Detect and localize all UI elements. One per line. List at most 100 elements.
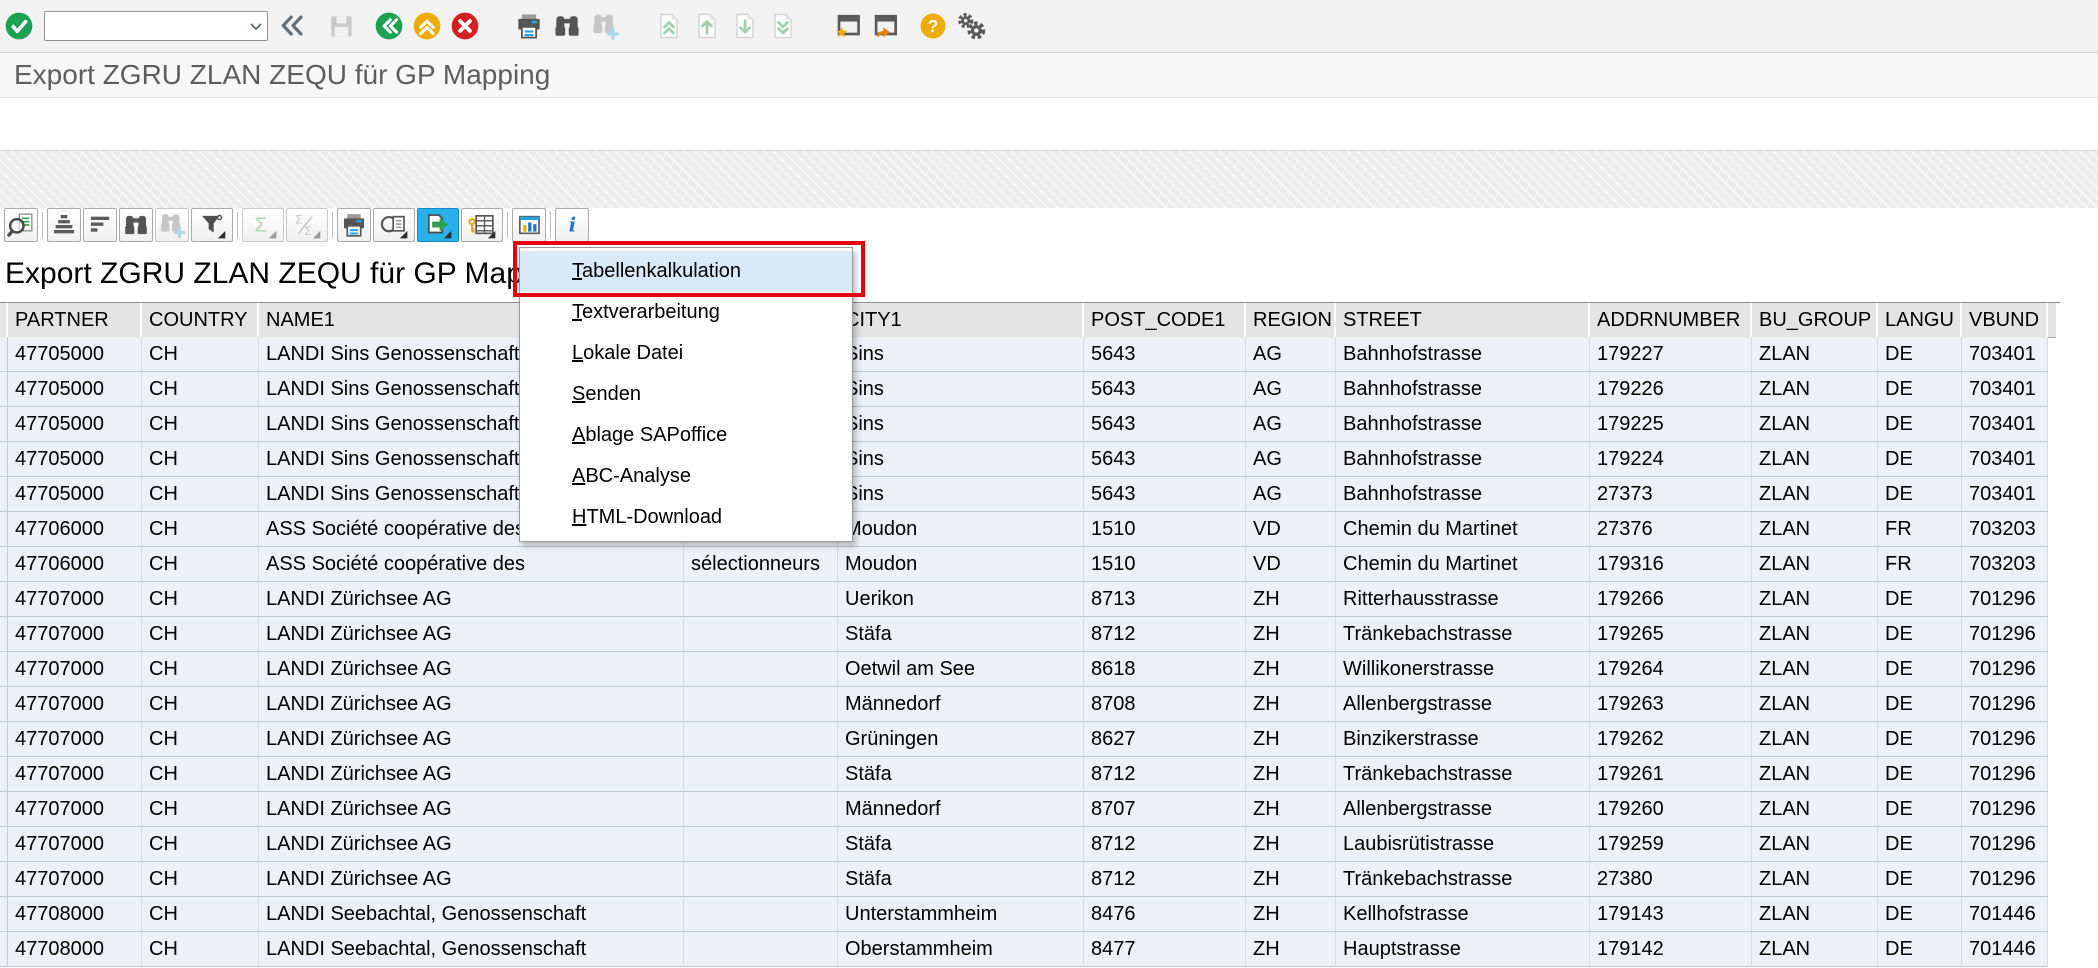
table-row[interactable]: 47707000CHLANDI Zürichsee AGStäfa8712ZHL…	[0, 827, 2060, 862]
grid-body: 47705000CHLANDI Sins GenossenschaftSins5…	[0, 337, 2060, 967]
cell-post_code1: 8476	[1084, 897, 1246, 932]
enter-button[interactable]	[0, 7, 38, 45]
row-selector[interactable]	[0, 512, 8, 547]
graphics-button[interactable]	[512, 208, 546, 242]
new-session-button[interactable]	[828, 7, 866, 45]
page-down-button[interactable]	[726, 7, 764, 45]
cell-vbund: 701296	[1962, 757, 2048, 792]
table-row[interactable]: 47707000CHLANDI Zürichsee AGMännedorf870…	[0, 687, 2060, 722]
row-selector[interactable]	[0, 407, 8, 442]
cell-vbund: 703401	[1962, 337, 2048, 372]
column-header-addrnumber[interactable]: ADDRNUMBER	[1590, 303, 1752, 338]
grid-print-button[interactable]	[337, 208, 371, 242]
info-button[interactable]: i	[555, 208, 589, 242]
grid-find-next-button[interactable]	[155, 208, 189, 242]
table-row[interactable]: 47706000CHASS Société coopérative desMou…	[0, 512, 2060, 547]
row-selector[interactable]	[0, 862, 8, 897]
table-row[interactable]: 47707000CHLANDI Zürichsee AGStäfa8712ZHT…	[0, 757, 2060, 792]
cell-bu_group: ZLAN	[1752, 792, 1878, 827]
save-button[interactable]	[322, 7, 360, 45]
table-row[interactable]: 47708000CHLANDI Seebachtal, Genossenscha…	[0, 897, 2060, 932]
row-selector[interactable]	[0, 687, 8, 722]
print-button[interactable]	[510, 7, 548, 45]
table-row[interactable]: 47705000CHLANDI Sins GenossenschaftSins5…	[0, 442, 2060, 477]
help-button[interactable]: ?	[914, 7, 952, 45]
menu-item-lokale-datei[interactable]: Lokale Datei	[520, 333, 852, 374]
table-row[interactable]: 47707000CHLANDI Zürichsee AGMännedorf870…	[0, 792, 2060, 827]
row-selector[interactable]	[0, 757, 8, 792]
filter-button[interactable]	[191, 208, 233, 242]
cell-name1: ASS Société coopérative des	[259, 547, 684, 582]
menu-item-senden[interactable]: Senden	[520, 374, 852, 415]
cell-name2	[684, 617, 838, 652]
sum-button[interactable]: Σ	[242, 208, 284, 242]
views-button[interactable]	[373, 208, 415, 242]
column-header-region[interactable]: REGION	[1246, 303, 1336, 338]
find-button[interactable]	[548, 7, 586, 45]
subtotal-button[interactable]: Σ Σ	[286, 208, 328, 242]
row-selector[interactable]	[0, 722, 8, 757]
customize-button[interactable]	[952, 7, 990, 45]
find-next-button[interactable]	[586, 7, 624, 45]
layout-button[interactable]	[461, 208, 503, 242]
hide-command-button[interactable]	[274, 7, 312, 45]
first-page-button[interactable]	[650, 7, 688, 45]
row-selector[interactable]	[0, 827, 8, 862]
cell-street: Ritterhausstrasse	[1336, 582, 1590, 617]
sort-descending-button[interactable]	[83, 208, 117, 242]
cell-bu_group: ZLAN	[1752, 932, 1878, 967]
row-selector[interactable]	[0, 932, 8, 967]
menu-item-ablage-sapoffice[interactable]: Ablage SAPoffice	[520, 415, 852, 456]
last-page-button[interactable]	[764, 7, 802, 45]
table-row[interactable]: 47705000CHLANDI Sins GenossenschaftSins5…	[0, 477, 2060, 512]
table-row[interactable]: 47707000CHLANDI Zürichsee AGStäfa8712ZHT…	[0, 862, 2060, 897]
cell-country: CH	[142, 862, 259, 897]
column-header-bu_group[interactable]: BU_GROUP	[1752, 303, 1878, 338]
row-selector[interactable]	[0, 372, 8, 407]
row-selector[interactable]	[0, 477, 8, 512]
column-header-langu[interactable]: LANGU	[1878, 303, 1962, 338]
menu-item-abc-analyse[interactable]: ABC-Analyse	[520, 456, 852, 497]
sort-ascending-button[interactable]	[47, 208, 81, 242]
column-header-country[interactable]: COUNTRY	[142, 303, 259, 338]
row-selector-header[interactable]	[0, 303, 8, 338]
row-selector[interactable]	[0, 897, 8, 932]
column-header-post_code1[interactable]: POST_CODE1	[1084, 303, 1246, 338]
menu-item-tabellenkalkulation[interactable]: Tabellenkalkulation	[520, 251, 852, 292]
command-field-wrap	[44, 11, 268, 41]
table-row[interactable]: 47707000CHLANDI Zürichsee AGUerikon8713Z…	[0, 582, 2060, 617]
exit-button[interactable]	[408, 7, 446, 45]
row-selector[interactable]	[0, 617, 8, 652]
row-selector[interactable]	[0, 792, 8, 827]
cell-addrnumber: 179142	[1590, 932, 1752, 967]
row-selector[interactable]	[0, 652, 8, 687]
table-row[interactable]: 47705000CHLANDI Sins GenossenschaftSins5…	[0, 372, 2060, 407]
row-selector[interactable]	[0, 442, 8, 477]
command-field[interactable]	[44, 11, 268, 41]
column-header-vbund[interactable]: VBUND	[1962, 303, 2048, 338]
table-row[interactable]: 47706000CHASS Société coopérative dessél…	[0, 547, 2060, 582]
table-row[interactable]: 47708000CHLANDI Seebachtal, Genossenscha…	[0, 932, 2060, 967]
page-up-button[interactable]	[688, 7, 726, 45]
table-row[interactable]: 47707000CHLANDI Zürichsee AGStäfa8712ZHT…	[0, 617, 2060, 652]
table-row[interactable]: 47707000CHLANDI Zürichsee AGOetwil am Se…	[0, 652, 2060, 687]
row-selector[interactable]	[0, 337, 8, 372]
create-shortcut-button[interactable]	[866, 7, 904, 45]
row-selector[interactable]	[0, 582, 8, 617]
details-icon	[6, 210, 36, 240]
cell-city1: Unterstammheim	[838, 897, 1084, 932]
details-button[interactable]	[4, 208, 38, 242]
menu-item-html-download[interactable]: HTML-Download	[520, 497, 852, 538]
table-row[interactable]: 47705000CHLANDI Sins GenossenschaftSins5…	[0, 337, 2060, 372]
column-header-city1[interactable]: CITY1	[838, 303, 1084, 338]
column-header-partner[interactable]: PARTNER	[8, 303, 142, 338]
table-row[interactable]: 47705000CHLANDI Sins GenossenschaftSins5…	[0, 407, 2060, 442]
column-header-street[interactable]: STREET	[1336, 303, 1590, 338]
menu-item-textverarbeitung[interactable]: Textverarbeitung	[520, 292, 852, 333]
cancel-button[interactable]	[446, 7, 484, 45]
grid-find-button[interactable]	[119, 208, 153, 242]
table-row[interactable]: 47707000CHLANDI Zürichsee AGGrüningen862…	[0, 722, 2060, 757]
back-button[interactable]	[370, 7, 408, 45]
export-menu-button[interactable]	[417, 208, 459, 242]
row-selector[interactable]	[0, 547, 8, 582]
